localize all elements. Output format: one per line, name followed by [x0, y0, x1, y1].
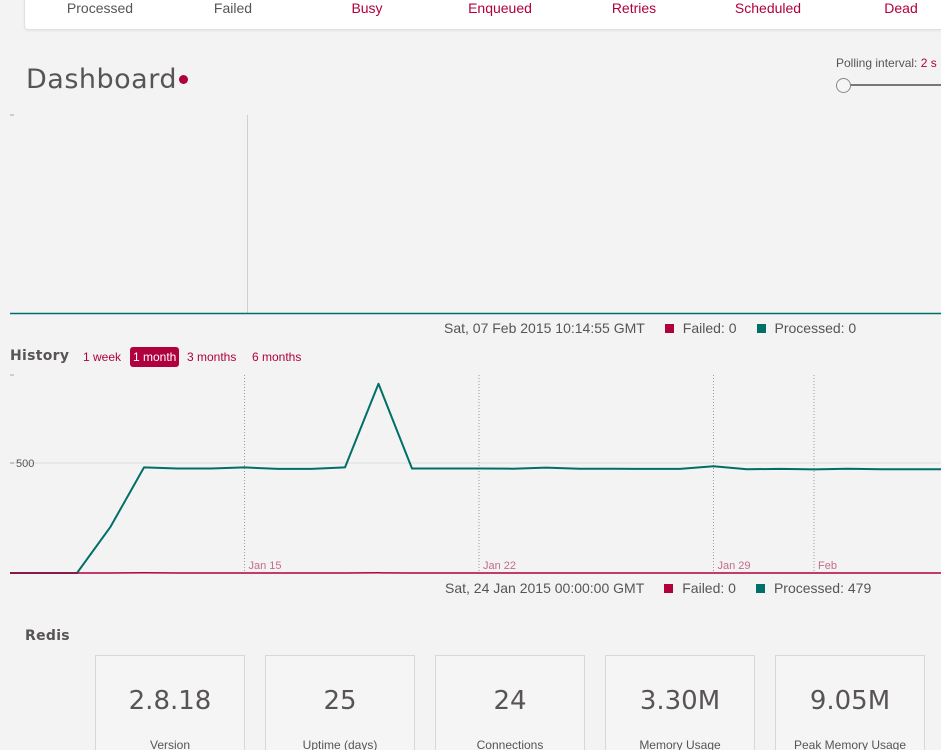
stat-scheduled-link[interactable]: Scheduled [708, 0, 828, 16]
redis-stat-connections: 24 Connections [435, 655, 585, 750]
stat-retries-link[interactable]: Retries [574, 0, 694, 16]
realtime-chart[interactable] [0, 105, 941, 320]
processed-swatch-icon [756, 323, 766, 333]
realtime-processed-count: Processed: 0 [774, 320, 857, 336]
range-3-months[interactable]: 3 months [184, 347, 239, 367]
range-1-month[interactable]: 1 month [130, 347, 180, 367]
stat-failed-link[interactable]: Failed [173, 0, 293, 16]
history-y-tick-label: 500 [16, 458, 34, 470]
range-6-months[interactable]: 6 months [249, 347, 304, 367]
redis-version-label: Version [149, 738, 191, 750]
history-x-tick-label: Jan 22 [483, 560, 516, 572]
range-1-week[interactable]: 1 week [80, 347, 124, 367]
redis-version-value: 2.8.18 [128, 686, 212, 716]
history-chart[interactable]: 500 Jan 15 Jan 22 Jan 29 Feb [0, 365, 941, 580]
redis-peak-memory-value: 9.05M [809, 686, 891, 716]
failed-swatch-icon [664, 583, 674, 593]
redis-uptime-value: 25 [323, 686, 357, 716]
redis-title: Redis [25, 628, 70, 644]
history-hover-info: Sat, 24 Jan 2015 00:00:00 GMT Failed: 0 … [445, 580, 871, 596]
history-failed-count: Failed: 0 [682, 580, 736, 596]
history-x-tick-label: Feb [818, 560, 837, 572]
redis-stat-peak-memory: 9.05M Peak Memory Usage [775, 655, 925, 750]
summary-bar: Processed Failed Busy Enqueued Retries S… [24, 0, 941, 30]
redis-connections-label: Connections [476, 738, 544, 750]
page-title: Dashboard [26, 64, 177, 95]
realtime-hover-info: Sat, 07 Feb 2015 10:14:55 GMT Failed: 0 … [444, 320, 856, 336]
polling-interval-label: Polling interval: [836, 56, 918, 70]
redis-memory-value: 3.30M [639, 686, 721, 716]
history-x-tick-label: Jan 29 [718, 560, 751, 572]
failed-swatch-icon [664, 323, 674, 333]
history-processed-count: Processed: 479 [773, 580, 872, 596]
polling-interval-value: 2 s [920, 56, 937, 70]
history-x-tick-label: Jan 15 [249, 560, 282, 572]
history-title: History [10, 348, 70, 364]
polling-interval: Polling interval: 2 s [836, 56, 937, 70]
stat-enqueued-link[interactable]: Enqueued [440, 0, 560, 16]
polling-slider-handle[interactable] [836, 78, 851, 93]
redis-uptime-label: Uptime (days) [302, 738, 378, 750]
polling-slider-track[interactable] [845, 84, 941, 86]
realtime-hover-date: Sat, 07 Feb 2015 10:14:55 GMT [444, 320, 645, 336]
redis-memory-label: Memory Usage [639, 738, 721, 750]
stat-processed-link[interactable]: Processed [40, 0, 160, 16]
history-hover-date: Sat, 24 Jan 2015 00:00:00 GMT [445, 580, 645, 596]
redis-stat-version: 2.8.18 Version [95, 655, 245, 750]
realtime-failed-count: Failed: 0 [682, 320, 737, 336]
stat-dead-link[interactable]: Dead [841, 0, 941, 16]
live-status-icon [179, 75, 188, 84]
redis-stat-memory: 3.30M Memory Usage [605, 655, 755, 750]
redis-stat-uptime: 25 Uptime (days) [265, 655, 415, 750]
redis-connections-value: 24 [493, 686, 527, 716]
processed-swatch-icon [755, 583, 765, 593]
stat-busy-link[interactable]: Busy [307, 0, 427, 16]
redis-peak-memory-label: Peak Memory Usage [793, 738, 907, 750]
history-processed-series-line [10, 382, 941, 574]
